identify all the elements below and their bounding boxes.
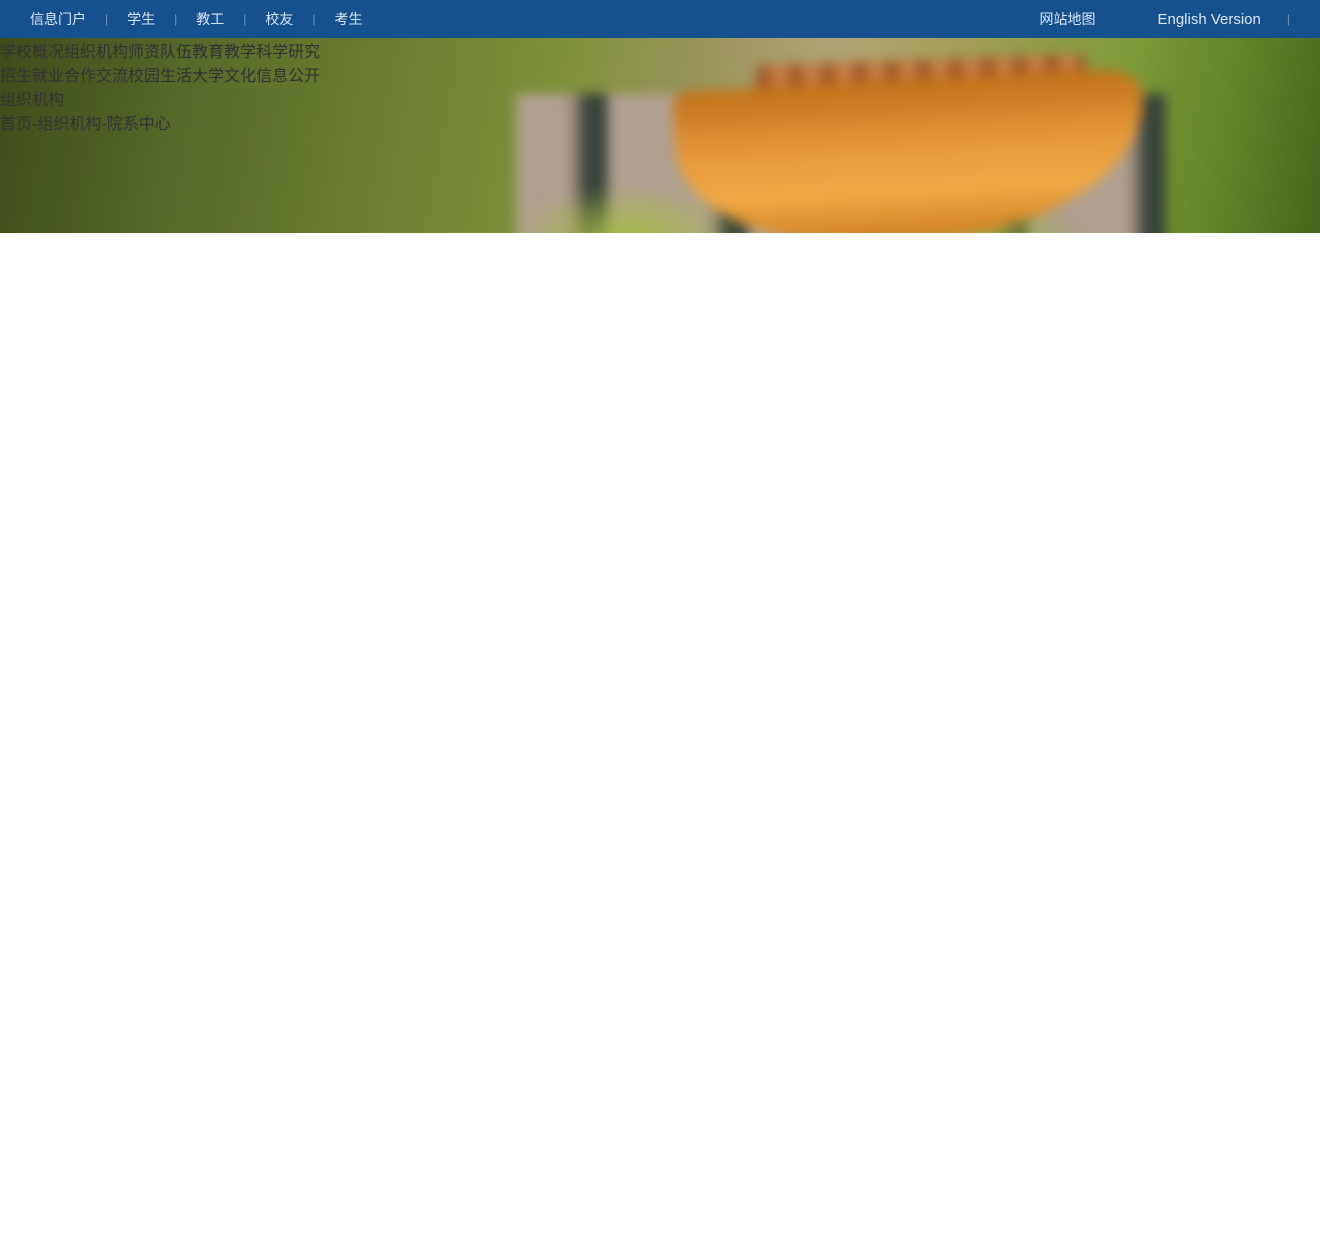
hero-banner: 学校概况组织机构师资队伍教育教学科学研究 招生就业合作交流校园生活大学文化信息公…	[0, 38, 1320, 233]
hero-photo	[0, 38, 1320, 233]
topbar-link[interactable]: English Version	[1157, 11, 1260, 28]
topbar-link[interactable]: 学生	[127, 9, 155, 29]
topbar-link[interactable]: 校友	[265, 9, 293, 29]
separator: |	[105, 12, 108, 26]
separator: |	[1287, 12, 1290, 26]
topbar-link[interactable]: 信息门户	[30, 9, 86, 29]
topbar-link[interactable]: 考生	[335, 9, 363, 29]
separator: |	[243, 12, 246, 26]
topbar-left-links: 信息门户 | 学生 | 教工 | 校友 | 考生	[30, 9, 363, 29]
topbar: 信息门户 | 学生 | 教工 | 校友 | 考生 网站地图 English Version |	[0, 0, 1320, 38]
separator: |	[312, 12, 315, 26]
separator: |	[174, 12, 177, 26]
topbar-right-links: 网站地图 English Version |	[1039, 9, 1290, 29]
topbar-link[interactable]: 网站地图	[1039, 9, 1095, 29]
topbar-link[interactable]: 教工	[196, 9, 224, 29]
